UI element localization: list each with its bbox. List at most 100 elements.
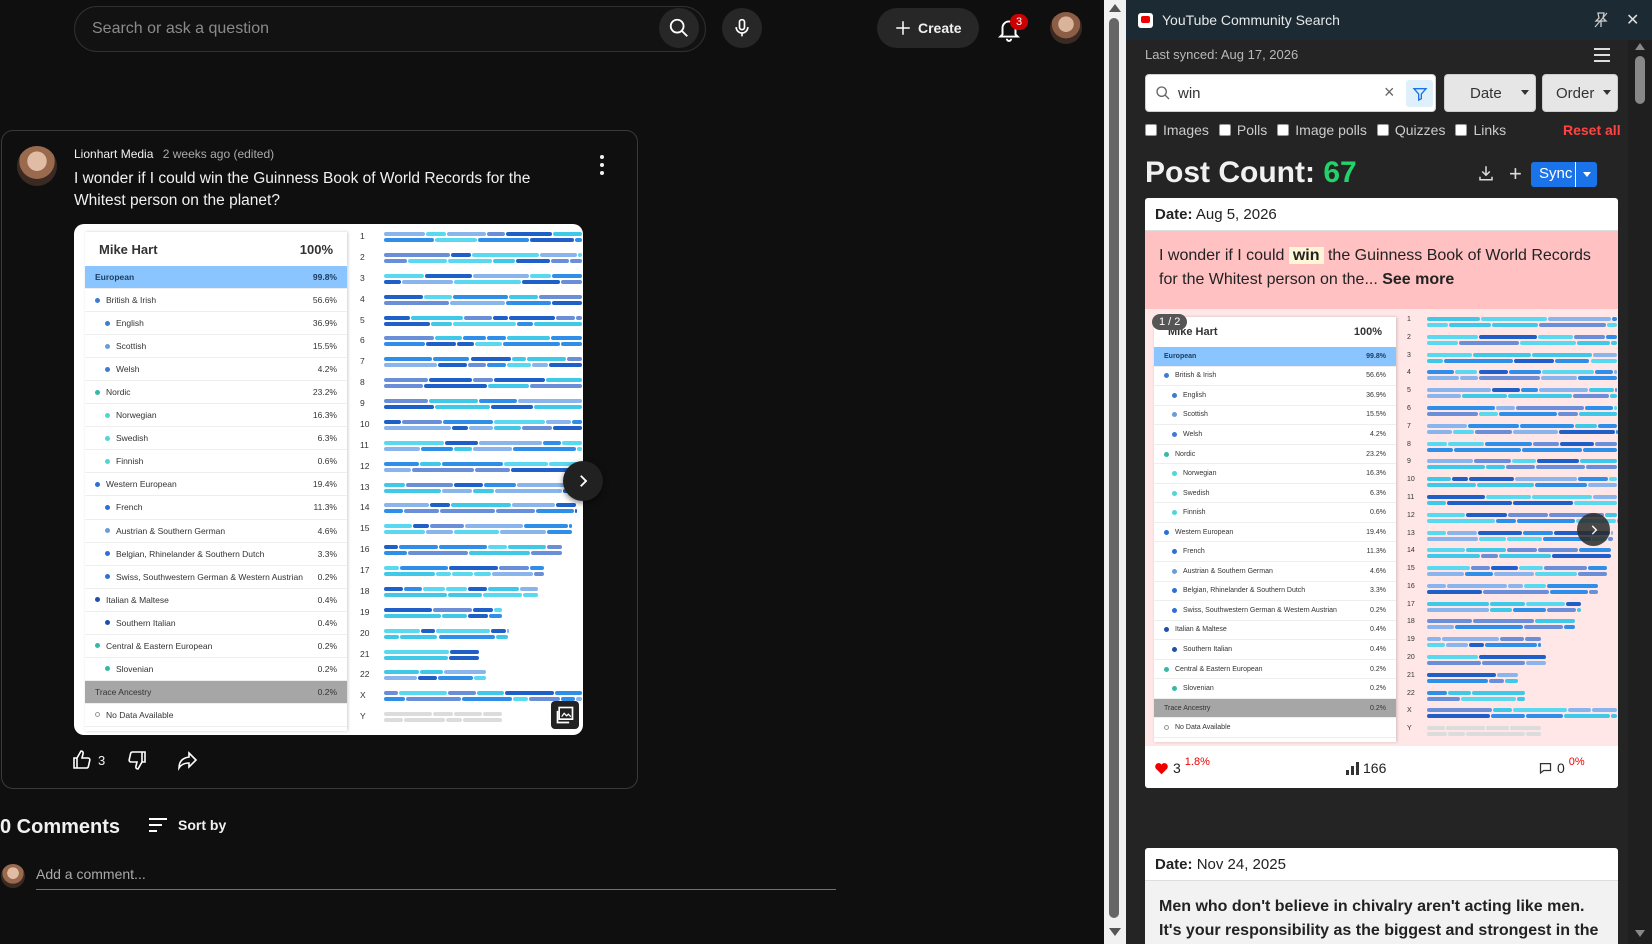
chromosome-segment [1616, 518, 1618, 523]
chromosome-segment [1575, 423, 1597, 428]
chromosome-segment [1532, 441, 1560, 446]
chromosome-segment [1579, 459, 1617, 464]
like-button[interactable]: 3 [70, 748, 105, 772]
chromosome-segment [1534, 572, 1578, 577]
next-image-button[interactable] [563, 461, 603, 501]
clear-search-icon[interactable]: × [1384, 82, 1395, 103]
sync-label: Sync [1531, 162, 1576, 187]
checkbox[interactable] [1277, 124, 1290, 136]
scroll-up-arrow[interactable] [1109, 4, 1121, 12]
scroll-down-arrow[interactable] [1635, 930, 1645, 937]
filter-quizzes[interactable]: Quizzes [1376, 122, 1445, 138]
author-avatar[interactable] [17, 146, 57, 186]
extension-scrollbar[interactable] [1628, 40, 1652, 944]
result-stats: 3 1.8% 166 0 0% [1145, 746, 1618, 788]
account-avatar[interactable] [1050, 12, 1082, 44]
checkbox[interactable] [1455, 124, 1468, 136]
gallery-icon[interactable] [551, 701, 579, 729]
result-date: Date: Aug 5, 2026 [1145, 198, 1618, 231]
ancestry-pct: 23.2% [1366, 450, 1386, 458]
post-time[interactable]: 2 weeks ago (edited) [163, 147, 274, 161]
chromosome-segment [384, 670, 420, 675]
post-image[interactable]: Mike Hart 100% European 99.8% British & Iris… [74, 224, 583, 735]
chromosome-segment [550, 258, 570, 263]
chromosome-segment [447, 232, 486, 236]
chromosome-segment [400, 566, 448, 570]
ancestry-pct: 99.8% [312, 272, 337, 283]
search-button[interactable] [659, 8, 699, 48]
pin-icon[interactable] [1594, 12, 1608, 28]
chromosome-segment [1427, 530, 1447, 535]
checkbox[interactable] [1376, 124, 1389, 136]
close-icon[interactable]: ✕ [1626, 10, 1639, 30]
ancestry-row: Swedish 6.3% [1154, 484, 1396, 504]
result-card[interactable]: Date: Aug 5, 2026 I wonder if I could wi… [1145, 198, 1618, 788]
sync-dropdown-icon[interactable] [1576, 162, 1597, 187]
extension-search-input[interactable]: win × [1145, 74, 1436, 112]
scroll-down-arrow[interactable] [1109, 928, 1121, 936]
chromosome-segment [1427, 589, 1482, 594]
chromosome-segment [1611, 317, 1617, 321]
see-more-link[interactable]: See more [1382, 271, 1454, 288]
share-button[interactable] [175, 748, 199, 772]
scrollbar-thumb[interactable] [1109, 18, 1119, 918]
chromosome-segment [434, 405, 491, 409]
chromosome-segment [468, 363, 487, 368]
filter-images[interactable]: Images [1145, 122, 1209, 138]
sort-by-button[interactable]: Sort by [148, 816, 226, 834]
voice-search-button[interactable] [722, 8, 762, 48]
download-icon[interactable] [1477, 164, 1495, 182]
dislike-button[interactable] [125, 748, 149, 772]
chromosome-segment [1481, 661, 1526, 666]
scroll-up-arrow[interactable] [1635, 43, 1645, 50]
chromosome-segment [1481, 554, 1499, 559]
filter-button[interactable] [1406, 80, 1433, 107]
extension-body: Last synced: Aug 17, 2026 win × Date Ord… [1126, 40, 1628, 944]
legend-dot [105, 504, 110, 510]
checkbox[interactable] [1145, 124, 1157, 136]
checkbox[interactable] [1218, 124, 1231, 136]
ancestry-pct: 4.6% [317, 525, 337, 536]
chromosome-segment [1427, 643, 1445, 648]
sync-button[interactable]: Sync [1531, 162, 1597, 187]
add-icon[interactable]: + [1509, 161, 1522, 187]
chromosome-row: 19 [1407, 635, 1618, 649]
chromosome-label: 4 [1407, 369, 1411, 377]
chromosome-segment [1538, 323, 1607, 327]
filter-image-polls[interactable]: Image polls [1277, 122, 1367, 138]
ancestry-label: No Data Available [106, 709, 174, 720]
ancestry-row: Slovenian 0.2% [1154, 679, 1396, 699]
author-name[interactable]: Lionhart Media [74, 147, 153, 161]
result-card[interactable]: Date: Nov 24, 2025 Men who don't believe… [1145, 848, 1618, 944]
order-select[interactable]: Order [1542, 74, 1618, 112]
chromosome-segment [1427, 714, 1490, 719]
filter-links[interactable]: Links [1455, 122, 1506, 138]
scrollbar-thumb[interactable] [1635, 56, 1645, 104]
more-options-icon[interactable] [598, 155, 606, 175]
chromosome-segment [490, 628, 507, 633]
chromosome-segment [1472, 352, 1532, 357]
comments-count: 0 Comments [0, 816, 121, 838]
chromosome-segment [1427, 388, 1492, 393]
page-scrollbar[interactable] [1104, 0, 1126, 944]
date-sort-select[interactable]: Date [1444, 74, 1536, 112]
search-input[interactable]: Search or ask a question [74, 6, 706, 52]
notifications-button[interactable]: 3 [993, 12, 1028, 44]
thumbs-down-icon [128, 751, 147, 770]
chromosome-segment [1447, 690, 1472, 695]
chromosome-segment [1548, 317, 1611, 321]
create-button[interactable]: Create [877, 8, 979, 48]
filter-polls[interactable]: Polls [1218, 122, 1267, 138]
result-image[interactable]: 1 / 2 Mike Hart 100% European 99.8% British … [1145, 309, 1618, 746]
menu-icon[interactable] [1594, 48, 1610, 62]
chromosome-label: 7 [1407, 422, 1411, 430]
chromosome-segment [442, 419, 493, 424]
ancestry-row: Italian & Maltese 0.4% [1154, 621, 1396, 641]
add-comment-input[interactable]: Add a comment... [36, 866, 836, 890]
next-image-button[interactable] [1577, 513, 1610, 546]
ancestry-label: Slovenian [1183, 685, 1214, 693]
chromosome-row: 17 [360, 564, 583, 578]
reset-all-link[interactable]: Reset all [1563, 122, 1621, 138]
chromosome-label: 8 [1407, 440, 1411, 448]
ancestry-row: European 99.8% [1154, 347, 1396, 367]
